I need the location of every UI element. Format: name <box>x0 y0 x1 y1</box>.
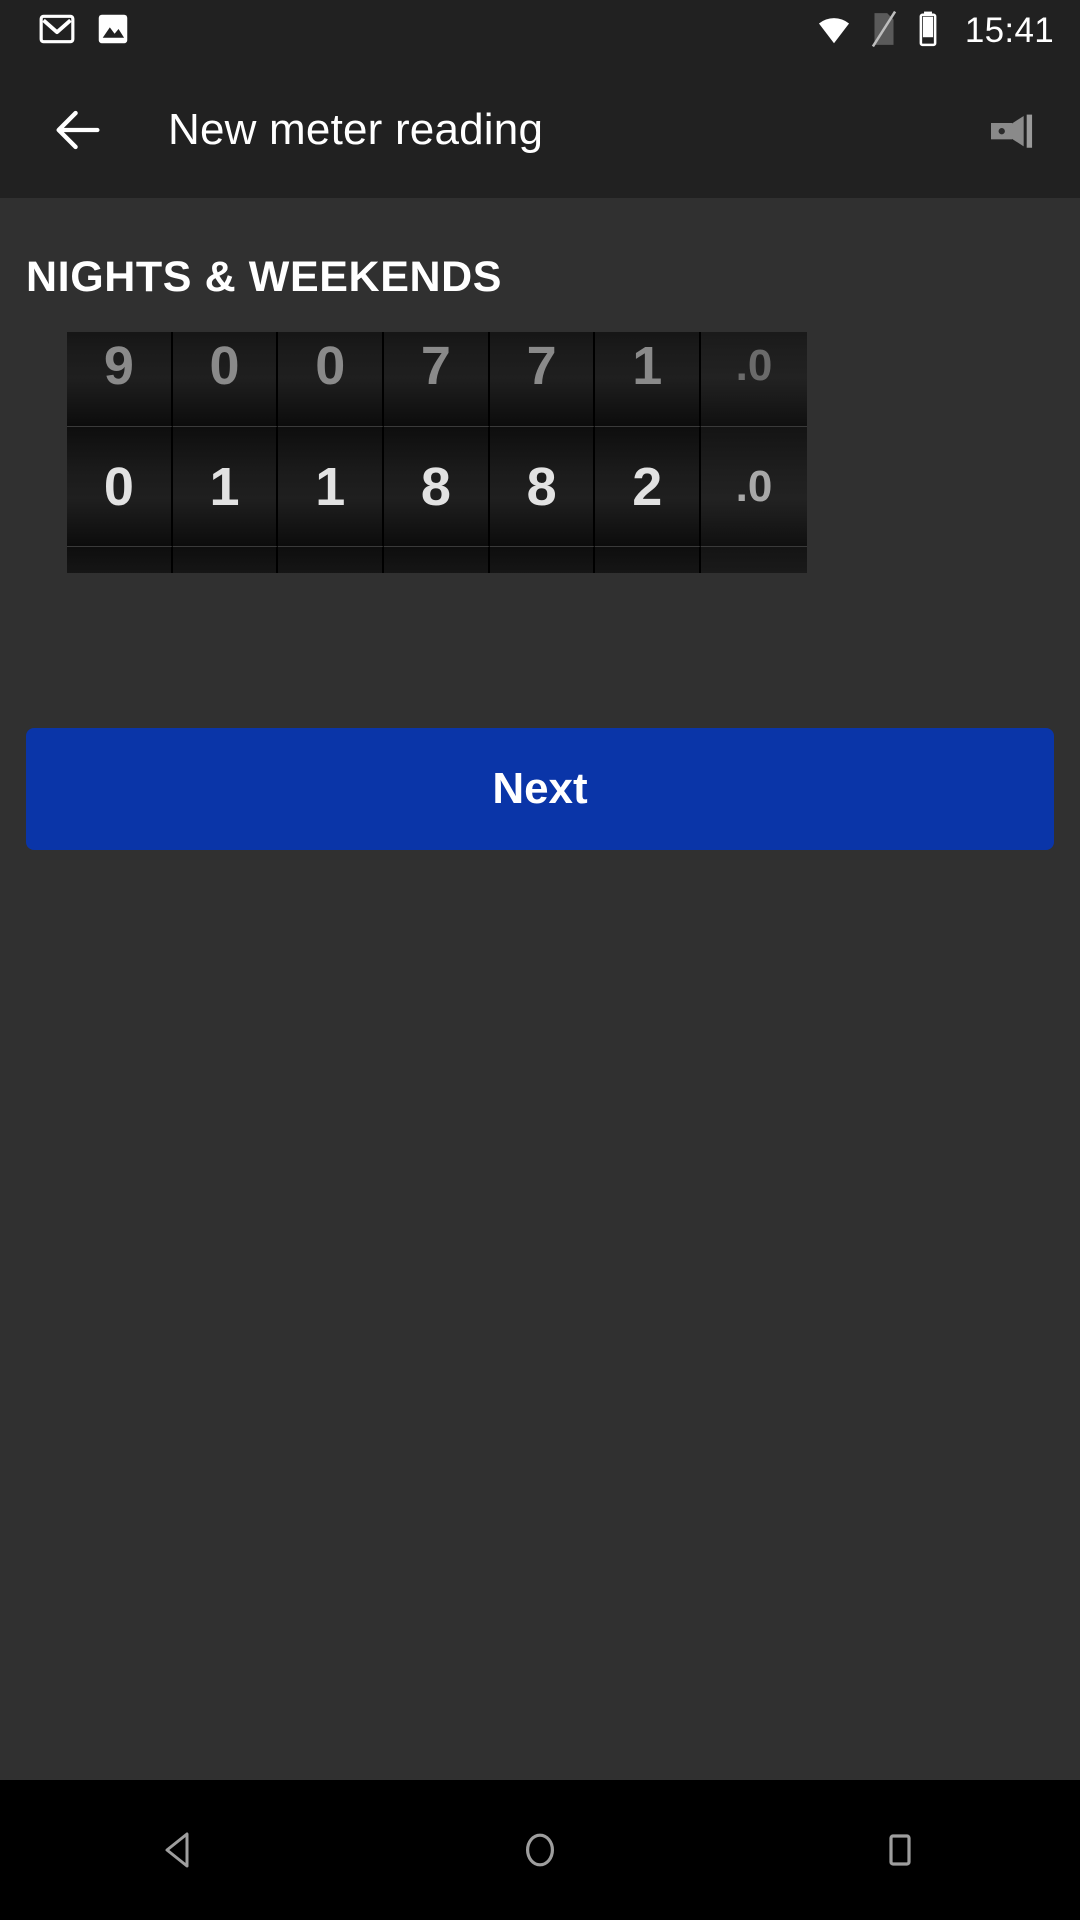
picker-row[interactable]: 9 0 0 7 7 1 .0 <box>67 332 807 426</box>
flashlight-icon[interactable] <box>974 92 1050 168</box>
picker-cell[interactable]: 9 <box>489 546 596 573</box>
picker-cell[interactable]: 0 <box>67 426 173 546</box>
sim-off-icon <box>867 10 901 53</box>
picker-digit-decimal: .0 <box>735 341 773 390</box>
picker-digit: 0 <box>209 336 240 396</box>
picker-cell-decimal[interactable]: .0 <box>701 332 807 426</box>
back-arrow-icon[interactable] <box>40 92 116 168</box>
picker-digit: 0 <box>315 336 346 396</box>
picker-cell[interactable]: 7 <box>384 332 490 426</box>
picker-digit: 0 <box>103 456 134 517</box>
meter-digit-picker[interactable]: 9 0 0 7 7 1 .0 0 1 1 8 8 2 .0 1 2 2 <box>67 332 807 573</box>
picker-cell[interactable]: 0 <box>172 332 279 426</box>
picker-cell[interactable]: 1 <box>172 426 279 546</box>
picker-cell[interactable]: 2 <box>278 546 385 573</box>
picker-cell[interactable]: 1 <box>67 546 173 573</box>
picker-rows: 9 0 0 7 7 1 .0 0 1 1 8 8 2 .0 1 2 2 <box>67 332 807 573</box>
status-bar-system: 15:41 <box>815 10 1054 53</box>
picker-digit: 7 <box>420 336 451 396</box>
wifi-icon <box>815 10 853 53</box>
picker-digit: 7 <box>526 336 557 396</box>
picker-cell[interactable]: 0 <box>278 332 385 426</box>
picker-cell[interactable]: 2 <box>172 546 279 573</box>
picker-cell[interactable]: 7 <box>489 332 596 426</box>
picker-cell[interactable]: 9 <box>384 546 490 573</box>
status-bar: 15:41 <box>0 0 1080 62</box>
picker-cell[interactable]: 1 <box>278 426 385 546</box>
next-button[interactable]: Next <box>26 728 1054 850</box>
picker-cell[interactable]: 8 <box>489 426 596 546</box>
picker-digit: 8 <box>526 456 557 517</box>
content-area: NIGHTS & WEEKENDS 9 0 0 7 7 1 .0 0 1 1 8… <box>0 198 1080 1780</box>
gmail-icon <box>38 10 76 53</box>
picker-digit: 1 <box>315 456 346 517</box>
system-nav-bar <box>0 1780 1080 1920</box>
picker-digit: 1 <box>632 336 663 396</box>
picker-digit: 9 <box>103 336 134 396</box>
nav-recents-icon[interactable] <box>830 1780 970 1920</box>
picker-cell-decimal[interactable]: .0 <box>701 546 807 573</box>
picker-cell[interactable]: 3 <box>595 546 702 573</box>
section-title: NIGHTS & WEEKENDS <box>26 253 503 301</box>
picker-cell[interactable]: 9 <box>67 332 173 426</box>
picker-digit-decimal: .0 <box>735 461 773 511</box>
picker-cell-decimal[interactable]: .0 <box>701 426 807 546</box>
picker-digit: 2 <box>632 456 663 517</box>
photos-icon <box>94 10 132 53</box>
nav-home-icon[interactable] <box>470 1780 610 1920</box>
battery-icon <box>915 10 941 53</box>
picker-row[interactable]: 1 2 2 9 9 3 .0 <box>67 546 807 573</box>
status-bar-notifications <box>38 10 132 53</box>
page-title: New meter reading <box>168 105 544 154</box>
picker-cell[interactable]: 1 <box>595 332 702 426</box>
picker-row-selected[interactable]: 0 1 1 8 8 2 .0 <box>67 426 807 546</box>
picker-cell[interactable]: 8 <box>384 426 490 546</box>
picker-digit: 8 <box>420 456 451 517</box>
picker-digit: 1 <box>209 456 240 517</box>
nav-back-icon[interactable] <box>110 1780 250 1920</box>
picker-cell[interactable]: 2 <box>595 426 702 546</box>
app-toolbar: New meter reading <box>0 62 1080 198</box>
status-bar-clock: 15:41 <box>964 11 1054 50</box>
